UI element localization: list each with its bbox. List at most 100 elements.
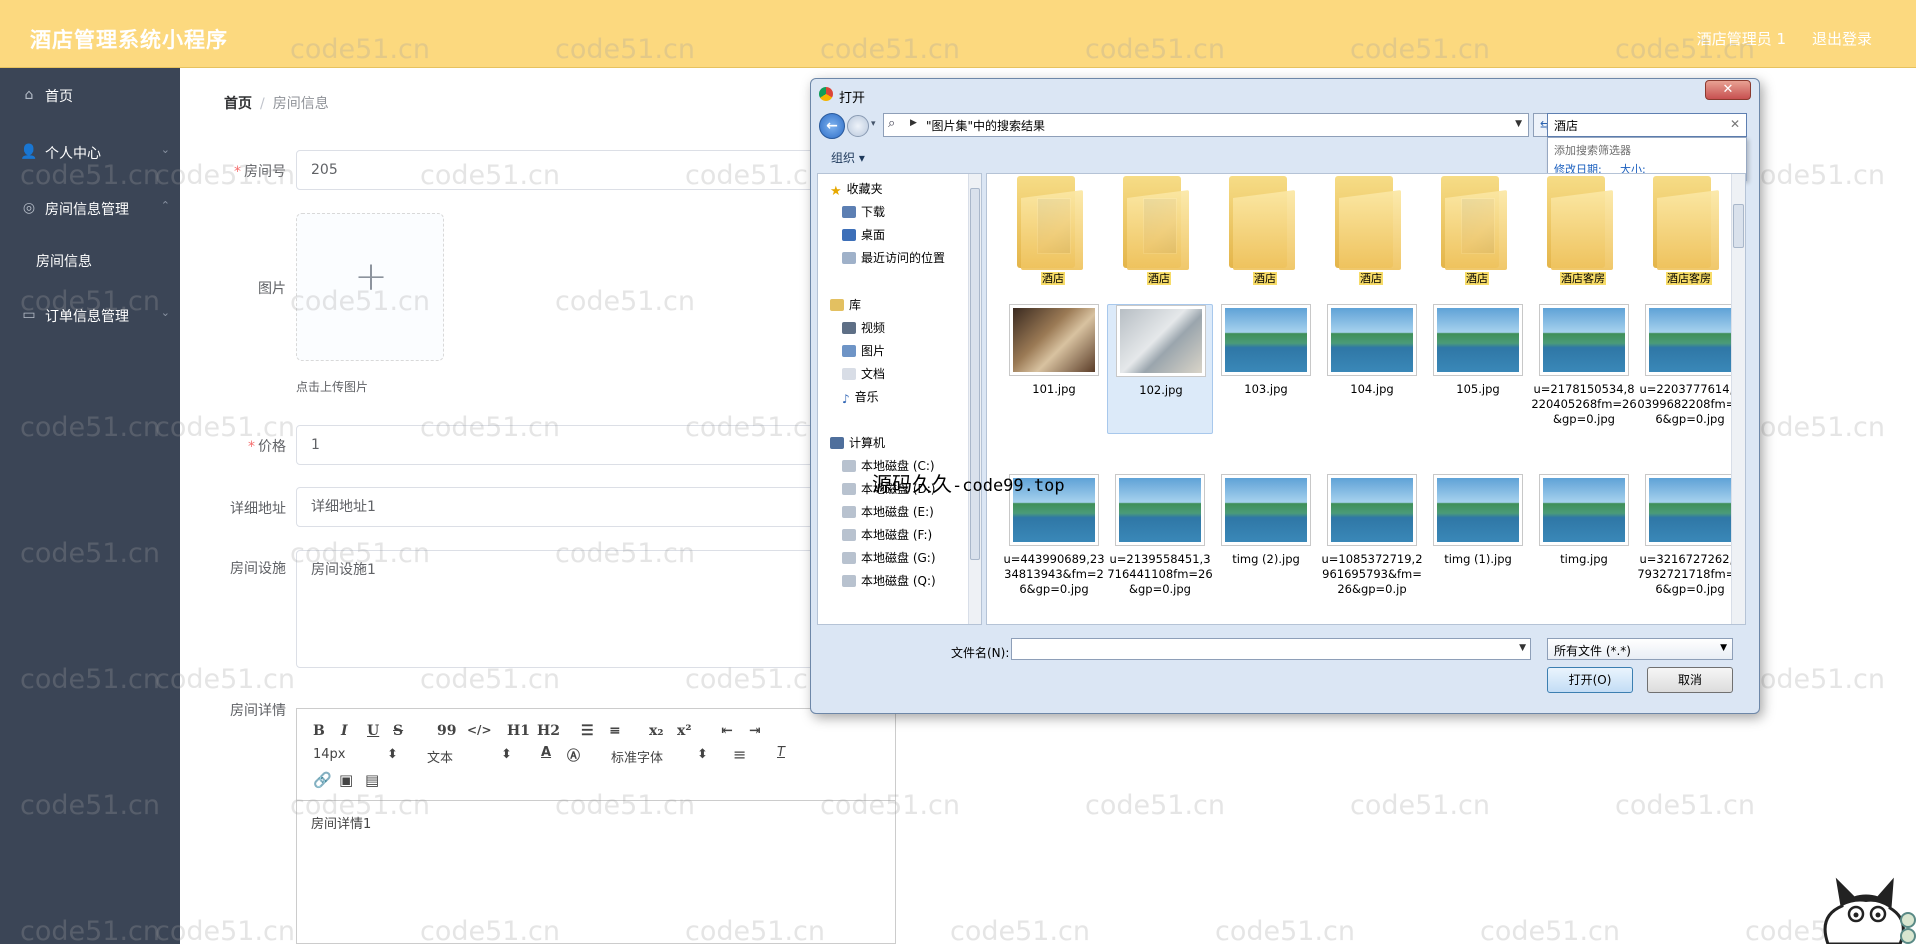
folder-item[interactable]: 酒店客房 (1639, 176, 1739, 292)
background-color-icon[interactable]: Ⓐ (567, 745, 580, 764)
sidebar-item-order-management[interactable]: ▭ 订单信息管理 ⌄ (0, 296, 180, 336)
search-input[interactable]: 酒店 ✕ (1547, 113, 1747, 137)
image-file-item[interactable]: timg (1).jpg (1425, 474, 1531, 604)
image-file-item[interactable]: 105.jpg (1425, 304, 1531, 434)
organize-button[interactable]: 组织 ▾ (831, 149, 865, 166)
back-arrow-icon[interactable]: ← (819, 113, 845, 139)
nav-disk-g[interactable]: 本地磁盘 (G:) (842, 549, 936, 566)
nav-library[interactable]: 库 (830, 296, 861, 313)
image-upload-box[interactable]: + (296, 213, 444, 361)
cancel-button[interactable]: 取消 (1647, 667, 1733, 693)
nav-disk-f[interactable]: 本地磁盘 (F:) (842, 526, 932, 543)
strike-button[interactable]: S (393, 723, 403, 739)
nav-documents[interactable]: 文档 (842, 365, 885, 382)
address-bar[interactable]: ⌕ ▶ "图片集"中的搜索结果 ▼ (883, 113, 1529, 137)
nav-pictures[interactable]: 图片 (842, 342, 885, 359)
folder-item[interactable]: 酒店客房 (1533, 176, 1633, 292)
chevron-down-icon: ▼ (1720, 643, 1727, 653)
image-file-item[interactable]: 101.jpg (1001, 304, 1107, 434)
filename-input[interactable]: ▼ (1011, 638, 1531, 660)
code-block-button[interactable]: </> (467, 723, 492, 737)
sidebar-item-room-info[interactable]: 房间信息 (0, 241, 180, 281)
heading1-button[interactable]: H1 (507, 723, 530, 739)
video-icon[interactable]: ▤ (365, 771, 379, 789)
logout-link[interactable]: 退出登录 (1812, 28, 1872, 49)
folder-item[interactable]: 酒店 (1427, 176, 1527, 292)
image-file-label: u=1085372719,2961695793&fm=26&gp=0.jp (1321, 552, 1423, 596)
chevron-down-icon[interactable]: ▼ (1519, 643, 1526, 653)
nav-disk-e[interactable]: 本地磁盘 (E:) (842, 503, 934, 520)
room-number-input[interactable]: 205 (296, 150, 896, 190)
sidebar-item-room-management[interactable]: ◎ 房间信息管理 ⌃ (0, 189, 180, 229)
image-file-item[interactable]: u=3216727262,27932721718fm=26&gp=0.jpg (1637, 474, 1743, 604)
sidebar-item-profile[interactable]: 👤 个人中心 ⌄ (0, 133, 180, 173)
font-size-select[interactable]: 14px (313, 747, 346, 762)
image-file-item[interactable]: u=2203777614,40399682208fm=26&gp=0.jpg (1637, 304, 1743, 434)
address-input[interactable]: 详细地址1 (296, 487, 896, 527)
facilities-textarea[interactable]: 房间设施1 (296, 550, 896, 668)
close-button[interactable]: ✕ (1705, 80, 1751, 100)
history-dropdown-icon[interactable]: ▾ (871, 119, 876, 129)
folder-item[interactable]: 酒店 (1109, 176, 1209, 292)
superscript-button[interactable]: x² (677, 723, 691, 739)
image-file-item[interactable]: u=2139558451,3716441108fm=26&gp=0.jpg (1107, 474, 1213, 604)
outdent-button[interactable]: ⇤ (721, 723, 733, 739)
subscript-button[interactable]: x₂ (649, 723, 663, 739)
nav-scroll-thumb[interactable] (970, 188, 980, 560)
open-button[interactable]: 打开(O) (1547, 667, 1633, 693)
image-file-item[interactable]: u=2178150534,8220405268fm=26&gp=0.jpg (1531, 304, 1637, 434)
breadcrumb-home[interactable]: 首页 (224, 96, 252, 112)
file-open-dialog: 打开 ✕ ← ▾ ⌕ ▶ "图片集"中的搜索结果 ▼ ⇆ 酒店 ✕ 添加搜索筛选… (810, 78, 1760, 714)
bullet-list-button[interactable]: ≡ (609, 723, 621, 739)
align-icon[interactable]: ≡ (733, 745, 746, 764)
ordered-list-button[interactable]: ☰ (581, 723, 594, 739)
clear-format-icon[interactable]: T (777, 745, 785, 760)
price-input[interactable]: 1 (296, 425, 896, 465)
image-file-item[interactable]: timg (2).jpg (1213, 474, 1319, 604)
folder-item[interactable]: 酒店 (1215, 176, 1315, 292)
forward-button[interactable] (847, 115, 869, 137)
nav-desktop[interactable]: 桌面 (842, 226, 885, 243)
image-thumbnail (1116, 305, 1206, 377)
folder-item[interactable]: 酒店 (1003, 176, 1103, 292)
image-file-item[interactable]: 102.jpg (1107, 304, 1213, 434)
font-color-icon[interactable]: A (541, 745, 551, 760)
nav-recent[interactable]: 最近访问的位置 (842, 249, 945, 266)
image-file-item[interactable]: timg.jpg (1531, 474, 1637, 604)
clear-icon[interactable]: ✕ (1730, 117, 1740, 131)
font-family-select[interactable]: 标准字体 (611, 747, 663, 766)
image-file-item[interactable]: 104.jpg (1319, 304, 1425, 434)
watermark-text: code51.cn (1745, 412, 1886, 443)
image-file-label: timg.jpg (1560, 552, 1608, 566)
text-type-select[interactable]: 文本 (427, 747, 453, 766)
image-icon[interactable]: ▣ (339, 771, 353, 789)
bold-button[interactable]: B (313, 723, 325, 739)
nav-favorites[interactable]: ★ 收藏夹 (830, 180, 883, 199)
folder-item[interactable]: 酒店 (1321, 176, 1421, 292)
blockquote-button[interactable]: 99 (437, 723, 456, 739)
image-thumbnail (1539, 474, 1629, 546)
indent-button[interactable]: ⇥ (749, 723, 761, 739)
files-scroll-thumb[interactable] (1733, 204, 1744, 248)
italic-button[interactable]: I (341, 723, 348, 739)
nav-computer[interactable]: 计算机 (830, 434, 885, 451)
sidebar-item-home[interactable]: ⌂ 首页 (0, 76, 180, 116)
nav-downloads[interactable]: 下载 (842, 203, 885, 220)
mascot-cat-icon (1823, 877, 1916, 944)
editor-content[interactable]: 房间详情1 (311, 813, 371, 832)
underline-button[interactable]: U (367, 723, 379, 739)
nav-music[interactable]: ♪ 音乐 (842, 388, 879, 406)
image-file-item[interactable]: 103.jpg (1213, 304, 1319, 434)
image-file-item[interactable]: u=1085372719,2961695793&fm=26&gp=0.jp (1319, 474, 1425, 604)
folder-label: 酒店客房 (1666, 272, 1712, 285)
chevron-updown-icon: ⬍ (501, 747, 512, 762)
nav-disk-q[interactable]: 本地磁盘 (Q:) (842, 572, 936, 589)
link-icon[interactable]: 🔗 (313, 771, 332, 789)
heading2-button[interactable]: H2 (537, 723, 560, 739)
files-scrollbar[interactable] (1731, 174, 1745, 624)
nav-videos[interactable]: 视频 (842, 319, 885, 336)
chevron-down-icon[interactable]: ▼ (1515, 119, 1522, 129)
image-file-label: u=2203777614,40399682208fm=26&gp=0.jpg (1637, 382, 1743, 426)
nav-scrollbar[interactable] (968, 174, 981, 624)
file-type-select[interactable]: 所有文件 (*.*) ▼ (1547, 638, 1733, 660)
